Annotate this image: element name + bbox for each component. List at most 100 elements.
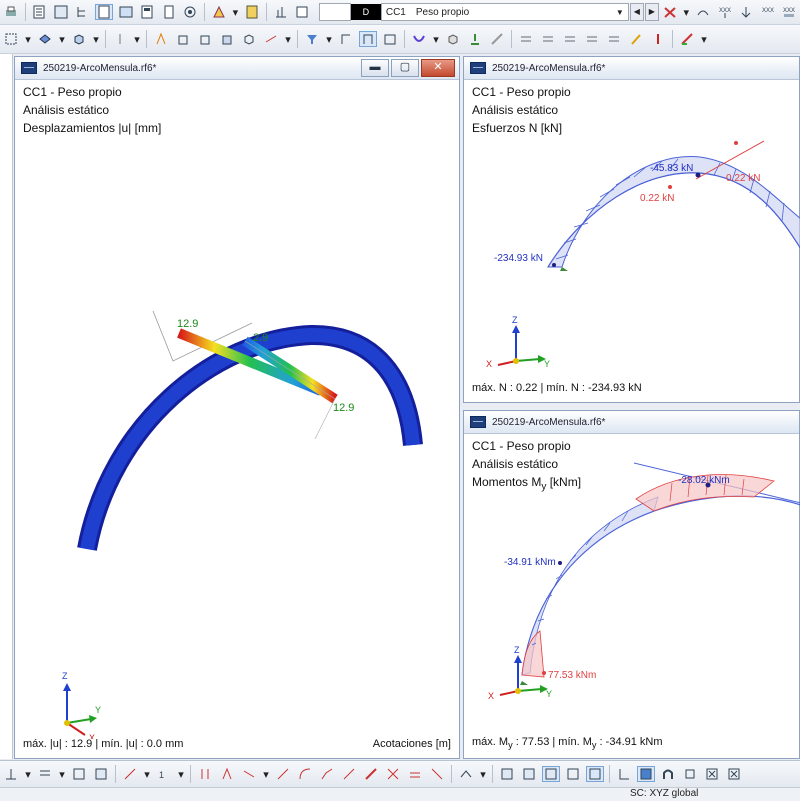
normal-force-viewport[interactable]: -45.83 kN 0.22 kN 0.22 kN -234.93 kN Z Y… [464, 79, 800, 401]
select-icon[interactable] [2, 31, 20, 47]
box-icon[interactable] [444, 31, 462, 47]
surface-icon[interactable] [218, 31, 236, 47]
slash-icon[interactable] [488, 31, 506, 47]
chevron-down-icon[interactable]: ▾ [92, 31, 100, 47]
chevron-down-icon[interactable]: ▾ [24, 31, 32, 47]
member-set-icon[interactable] [384, 766, 402, 782]
load-case-selector[interactable]: D CC1 Peso propio ▼ ◀ ▶ [318, 3, 659, 21]
chevron-down-icon[interactable]: ▾ [24, 766, 32, 782]
filter-icon[interactable] [303, 31, 321, 47]
guide-icon[interactable] [92, 766, 110, 782]
color-scale-icon[interactable] [678, 31, 696, 47]
ortho-icon[interactable] [615, 766, 633, 782]
object-snap-active-icon[interactable] [637, 766, 655, 782]
chevron-down-icon[interactable]: ▾ [325, 31, 333, 47]
table-grid-icon[interactable] [520, 766, 538, 782]
pin-icon[interactable] [111, 31, 129, 47]
support-reactions-icon[interactable]: XXX [716, 4, 734, 20]
frame-active-icon[interactable] [359, 31, 377, 47]
line-icon[interactable] [174, 31, 192, 47]
node-number-icon[interactable]: 1 [155, 766, 173, 782]
maximize-button[interactable]: ▢ [391, 59, 419, 77]
chevron-down-icon[interactable]: ▾ [231, 4, 239, 20]
chevron-down-icon[interactable]: ▾ [700, 31, 708, 47]
lines-icon[interactable] [539, 31, 557, 47]
snap-icon[interactable] [2, 766, 20, 782]
close-button[interactable]: ✕ [421, 59, 455, 77]
coordinate-system-status[interactable]: SC: XYZ global [630, 788, 698, 799]
snap-grid-active-icon[interactable] [586, 766, 604, 782]
results-table-icon[interactable] [293, 4, 311, 20]
arrow-icon[interactable] [240, 766, 258, 782]
chevron-down-icon[interactable]: ▾ [177, 766, 185, 782]
opening-icon[interactable] [262, 31, 280, 47]
table-grid-active-icon[interactable] [542, 766, 560, 782]
object-snap-icon[interactable] [70, 766, 88, 782]
chevron-down-icon[interactable]: ▾ [58, 31, 66, 47]
member-icon[interactable] [196, 31, 214, 47]
grid-icon[interactable] [36, 766, 54, 782]
magnet-icon[interactable] [659, 766, 677, 782]
chevron-down-icon[interactable]: ▾ [133, 31, 141, 47]
split-icon[interactable] [428, 766, 446, 782]
displacement-viewport[interactable]: 12.9 2.9 12.9 Z Y X [15, 79, 459, 739]
cross-square-icon[interactable] [703, 766, 721, 782]
window-titlebar[interactable]: 250219-ArcoMensula.rf6* [464, 411, 799, 434]
table-icon[interactable] [31, 4, 49, 20]
next-load-case-button[interactable]: ▶ [644, 3, 659, 21]
displacements-window[interactable]: 250219-ArcoMensula.rf6* ▬ ▢ ✕ CC1 - Peso… [14, 56, 460, 759]
support-icon[interactable] [466, 31, 484, 47]
frame-icon[interactable] [337, 31, 355, 47]
pencil-icon[interactable] [649, 31, 667, 47]
moments-viewport[interactable]: -28.02 kNm -34.91 kNm 77.53 kNm Z Y X [464, 433, 800, 757]
member-results-icon[interactable]: XXX [780, 4, 798, 20]
square-icon[interactable] [681, 766, 699, 782]
print-icon[interactable] [2, 4, 20, 20]
cross-square-icon[interactable] [725, 766, 743, 782]
window-titlebar[interactable]: 250219-ArcoMensula.rf6* ▬ ▢ ✕ [15, 57, 459, 80]
chevron-down-icon[interactable]: ▾ [262, 766, 270, 782]
lines-icon[interactable] [561, 31, 579, 47]
report-icon[interactable] [138, 4, 156, 20]
moments-window[interactable]: 250219-ArcoMensula.rf6* CC1 - Peso propi… [463, 410, 800, 759]
target-icon[interactable] [181, 4, 199, 20]
parallel-icon[interactable] [196, 766, 214, 782]
results-icon[interactable] [272, 4, 290, 20]
tree-icon[interactable] [74, 4, 92, 20]
member-draw-icon[interactable] [362, 766, 380, 782]
window-titlebar[interactable]: 250219-ArcoMensula.rf6* [464, 57, 799, 80]
navigator-panel-edge[interactable] [0, 54, 13, 759]
workplane-icon[interactable] [457, 766, 475, 782]
spline-icon[interactable] [340, 766, 358, 782]
chevron-down-icon[interactable]: ▾ [479, 766, 487, 782]
load-case-combo[interactable]: CC1 Peso propio ▼ [380, 3, 629, 21]
node-connect-icon[interactable] [406, 766, 424, 782]
dimension-icon[interactable] [121, 766, 139, 782]
frame-grid-icon[interactable] [381, 31, 399, 47]
lines-icon[interactable] [517, 31, 535, 47]
load-wizard-icon[interactable] [210, 4, 228, 20]
model-view-icon[interactable] [95, 4, 113, 20]
node-icon[interactable] [152, 31, 170, 47]
view-3d-icon[interactable] [36, 31, 54, 47]
polyline-icon[interactable] [318, 766, 336, 782]
results-filter-icon[interactable] [661, 4, 679, 20]
solid-icon[interactable] [240, 31, 258, 47]
document-icon[interactable] [160, 4, 178, 20]
snap-grid-icon[interactable] [564, 766, 582, 782]
angle-icon[interactable] [218, 766, 236, 782]
cube-icon[interactable] [70, 31, 88, 47]
chevron-down-icon[interactable]: ▾ [682, 4, 690, 20]
chevron-down-icon[interactable]: ▾ [284, 31, 292, 47]
chevron-down-icon[interactable]: ▾ [143, 766, 151, 782]
arch-icon[interactable] [410, 31, 428, 47]
image-icon[interactable] [117, 4, 135, 20]
arc-draw-icon[interactable] [296, 766, 314, 782]
prev-load-case-button[interactable]: ◀ [629, 3, 644, 21]
sheet-icon[interactable] [52, 4, 70, 20]
lines-icon[interactable] [605, 31, 623, 47]
normal-force-window[interactable]: 250219-ArcoMensula.rf6* CC1 - Peso propi… [463, 56, 800, 403]
lines-icon[interactable] [583, 31, 601, 47]
chevron-down-icon[interactable]: ▾ [432, 31, 440, 47]
chevron-down-icon[interactable]: ▾ [58, 766, 66, 782]
